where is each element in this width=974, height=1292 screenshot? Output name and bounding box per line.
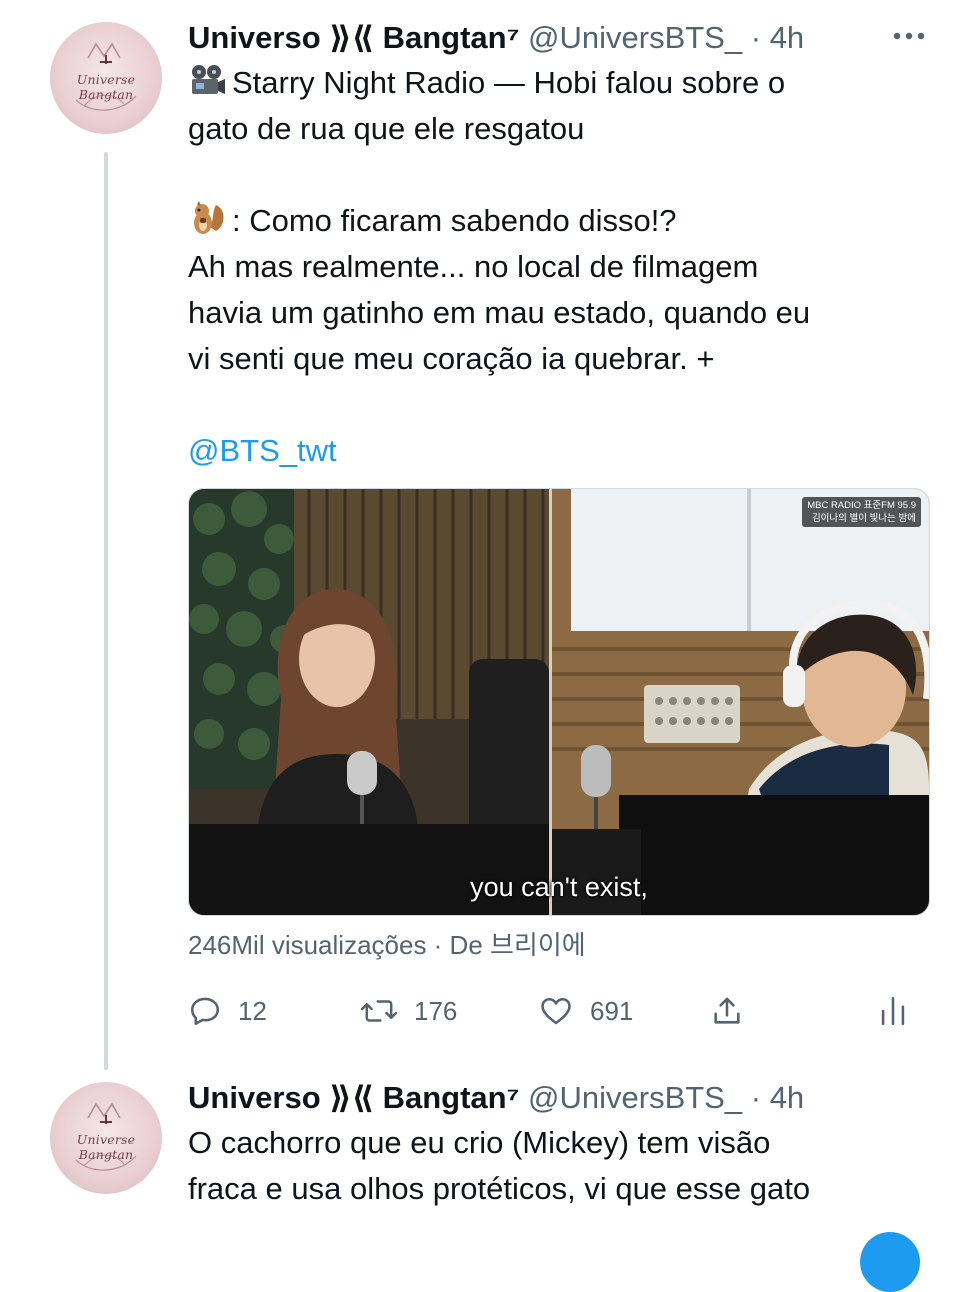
heart-icon (541, 997, 571, 1025)
user-handle[interactable]: @UniversBTS_ (528, 1080, 742, 1115)
retweet-button[interactable]: 176 (360, 986, 457, 1036)
tweet[interactable]: Universe Bangtan Universo ⟫⟪ Bangtan⁷ @U… (0, 1060, 974, 1292)
more-options-icon[interactable] (892, 30, 926, 42)
view-count-attribution: 246Mil visualizações · De 브리이에 (188, 930, 586, 960)
display-name-symbols: ⟫⟪ (320, 20, 383, 55)
tweet-text-content: : Como ficaram sabendo disso!? (232, 203, 677, 238)
tweet-text-line: : Como ficaram sabendo disso!? (188, 198, 918, 244)
share-button[interactable] (710, 986, 744, 1036)
timestamp[interactable]: 4h (770, 1080, 804, 1115)
avatar[interactable]: Universe Bangtan (50, 1082, 162, 1194)
tweet-text-line: Ah mas realmente... no local de filmagem (188, 249, 759, 284)
thread-connector-line (104, 152, 108, 1070)
display-name-symbols: ⟫⟪ (320, 1080, 383, 1115)
tweet-text-line: Starry Night Radio — Hobi falou sobre o (188, 60, 918, 106)
tweet-text: Starry Night Radio — Hobi falou sobre o … (188, 60, 918, 474)
reply-button[interactable]: 12 (188, 986, 267, 1036)
avatar[interactable]: Universe Bangtan (50, 22, 162, 134)
analytics-button[interactable] (878, 986, 908, 1036)
tweet-text-line: fraca e usa olhos protéticos, vi que ess… (188, 1171, 811, 1206)
display-name[interactable]: Universo ⟫⟪ Bangtan⁷ (188, 1080, 519, 1115)
display-name-text: Universo (188, 20, 321, 55)
tweet[interactable]: Universe Bangtan Universo ⟫⟪ Bangtan⁷ @U… (0, 0, 974, 1070)
avatar-text: Universe Bangtan (76, 1132, 136, 1162)
retweet-count: 176 (414, 995, 458, 1026)
tweet-header: Universo ⟫⟪ Bangtan⁷ @UniversBTS_ · 4h (188, 16, 914, 60)
reply-count: 12 (238, 995, 267, 1026)
like-count: 691 (590, 995, 634, 1026)
floating-compose-button[interactable] (860, 1232, 920, 1292)
watermark-line: 김이나의 별이 빛나는 밤에 (811, 513, 916, 524)
retweet-icon (360, 1000, 398, 1022)
tweet-actions: 12 176 691 (188, 986, 918, 1036)
separator-dot: · (750, 20, 762, 55)
display-name-text: Universo (188, 1080, 321, 1115)
video-subtitle: you can't exist, (470, 872, 648, 902)
reply-icon (190, 997, 220, 1026)
video-media[interactable]: MBC RADIO 표준FM 95.9 김이나의 별이 빛나는 밤에 you c… (188, 488, 930, 916)
video-frame (189, 489, 929, 915)
mention-link[interactable]: @BTS_twt (188, 428, 918, 474)
chipmunk-icon (194, 201, 224, 234)
tweet-text-content: Starry Night Radio — Hobi falou sobre o (232, 65, 786, 100)
tweet-text-line: O cachorro que eu crio (Mickey) tem visã… (188, 1125, 771, 1160)
tweet-text: O cachorro que eu crio (Mickey) tem visã… (188, 1120, 918, 1212)
film-projector-icon (192, 65, 225, 94)
radio-watermark: MBC RADIO 표준FM 95.9 김이나의 별이 빛나는 밤에 (802, 497, 921, 527)
tweet-text-line: gato de rua que ele resgatou (188, 111, 585, 146)
tweet-text-line: havia um gatinho em mau estado, quando e… (188, 295, 811, 330)
display-name-suffix: Bangtan⁷ (382, 20, 520, 55)
watermark-line: MBC RADIO 표준FM 95.9 (807, 500, 916, 511)
tweet-text-line: vi senti que meu coração ia quebrar. + (188, 341, 715, 376)
separator-dot: · (750, 1080, 762, 1115)
like-button[interactable]: 691 (538, 986, 633, 1036)
tweet-header: Universo ⟫⟪ Bangtan⁷ @UniversBTS_ · 4h (188, 1076, 914, 1120)
avatar-text: Universe Bangtan (76, 72, 136, 102)
display-name[interactable]: Universo ⟫⟪ Bangtan⁷ (188, 20, 519, 55)
user-handle[interactable]: @UniversBTS_ (528, 20, 742, 55)
analytics-icon (881, 996, 905, 1026)
display-name-suffix: Bangtan⁷ (382, 1080, 520, 1115)
timestamp[interactable]: 4h (770, 20, 804, 55)
share-icon (714, 997, 740, 1024)
